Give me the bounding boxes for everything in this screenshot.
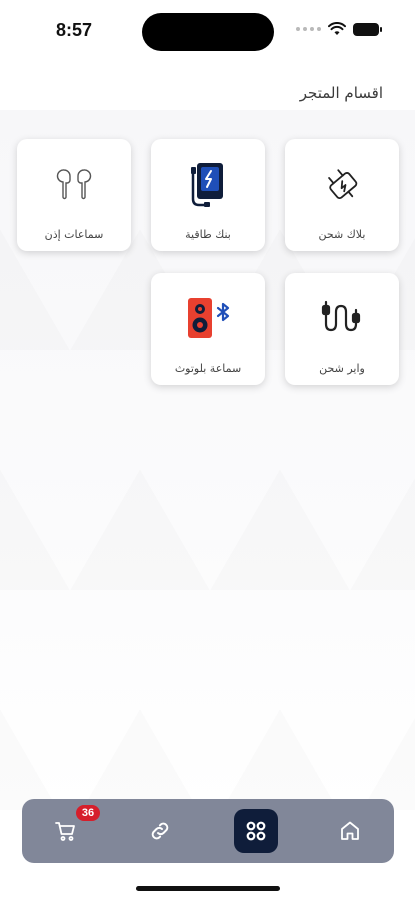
wifi-icon bbox=[328, 22, 346, 35]
category-card-cable[interactable]: واير شحن bbox=[285, 273, 399, 385]
category-card-power-bank[interactable]: بنك طاقية bbox=[151, 139, 265, 251]
cart-count-badge: 36 bbox=[76, 805, 100, 821]
nav-categories[interactable] bbox=[234, 809, 278, 853]
category-label: بنك طاقية bbox=[185, 228, 231, 241]
home-icon bbox=[341, 821, 359, 840]
category-label: سماعات إذن bbox=[44, 228, 104, 241]
cellular-signal-icon bbox=[296, 27, 321, 31]
category-label: سماعة بلوتوث bbox=[174, 362, 242, 375]
nav-home[interactable] bbox=[332, 813, 368, 849]
category-label: بلاك شحن bbox=[318, 228, 366, 241]
category-card-bluetooth-speaker[interactable]: سماعة بلوتوث bbox=[151, 273, 265, 385]
battery-icon bbox=[353, 22, 382, 36]
page-title: اقسام المتجر bbox=[299, 84, 383, 102]
cable-icon bbox=[321, 300, 361, 332]
link-icon bbox=[151, 822, 169, 840]
status-icons bbox=[296, 22, 382, 36]
cart-icon bbox=[55, 822, 75, 841]
status-time: 8:57 bbox=[56, 20, 93, 40]
nav-link[interactable] bbox=[142, 813, 178, 849]
bottom-nav: 36 bbox=[22, 799, 394, 863]
category-card-earbuds[interactable]: سماعات إذن bbox=[17, 139, 131, 251]
status-bar: 8:57 bbox=[0, 0, 415, 60]
category-label: واير شحن bbox=[319, 362, 365, 375]
dynamic-island bbox=[142, 13, 274, 51]
home-indicator bbox=[136, 886, 280, 891]
categories-icon bbox=[246, 821, 266, 841]
power-bank-icon bbox=[191, 163, 223, 207]
earbuds-icon bbox=[56, 169, 92, 200]
charger-plug-icon bbox=[328, 169, 358, 200]
bluetooth-speaker-icon bbox=[188, 298, 230, 338]
category-card-charger[interactable]: بلاك شحن bbox=[285, 139, 399, 251]
